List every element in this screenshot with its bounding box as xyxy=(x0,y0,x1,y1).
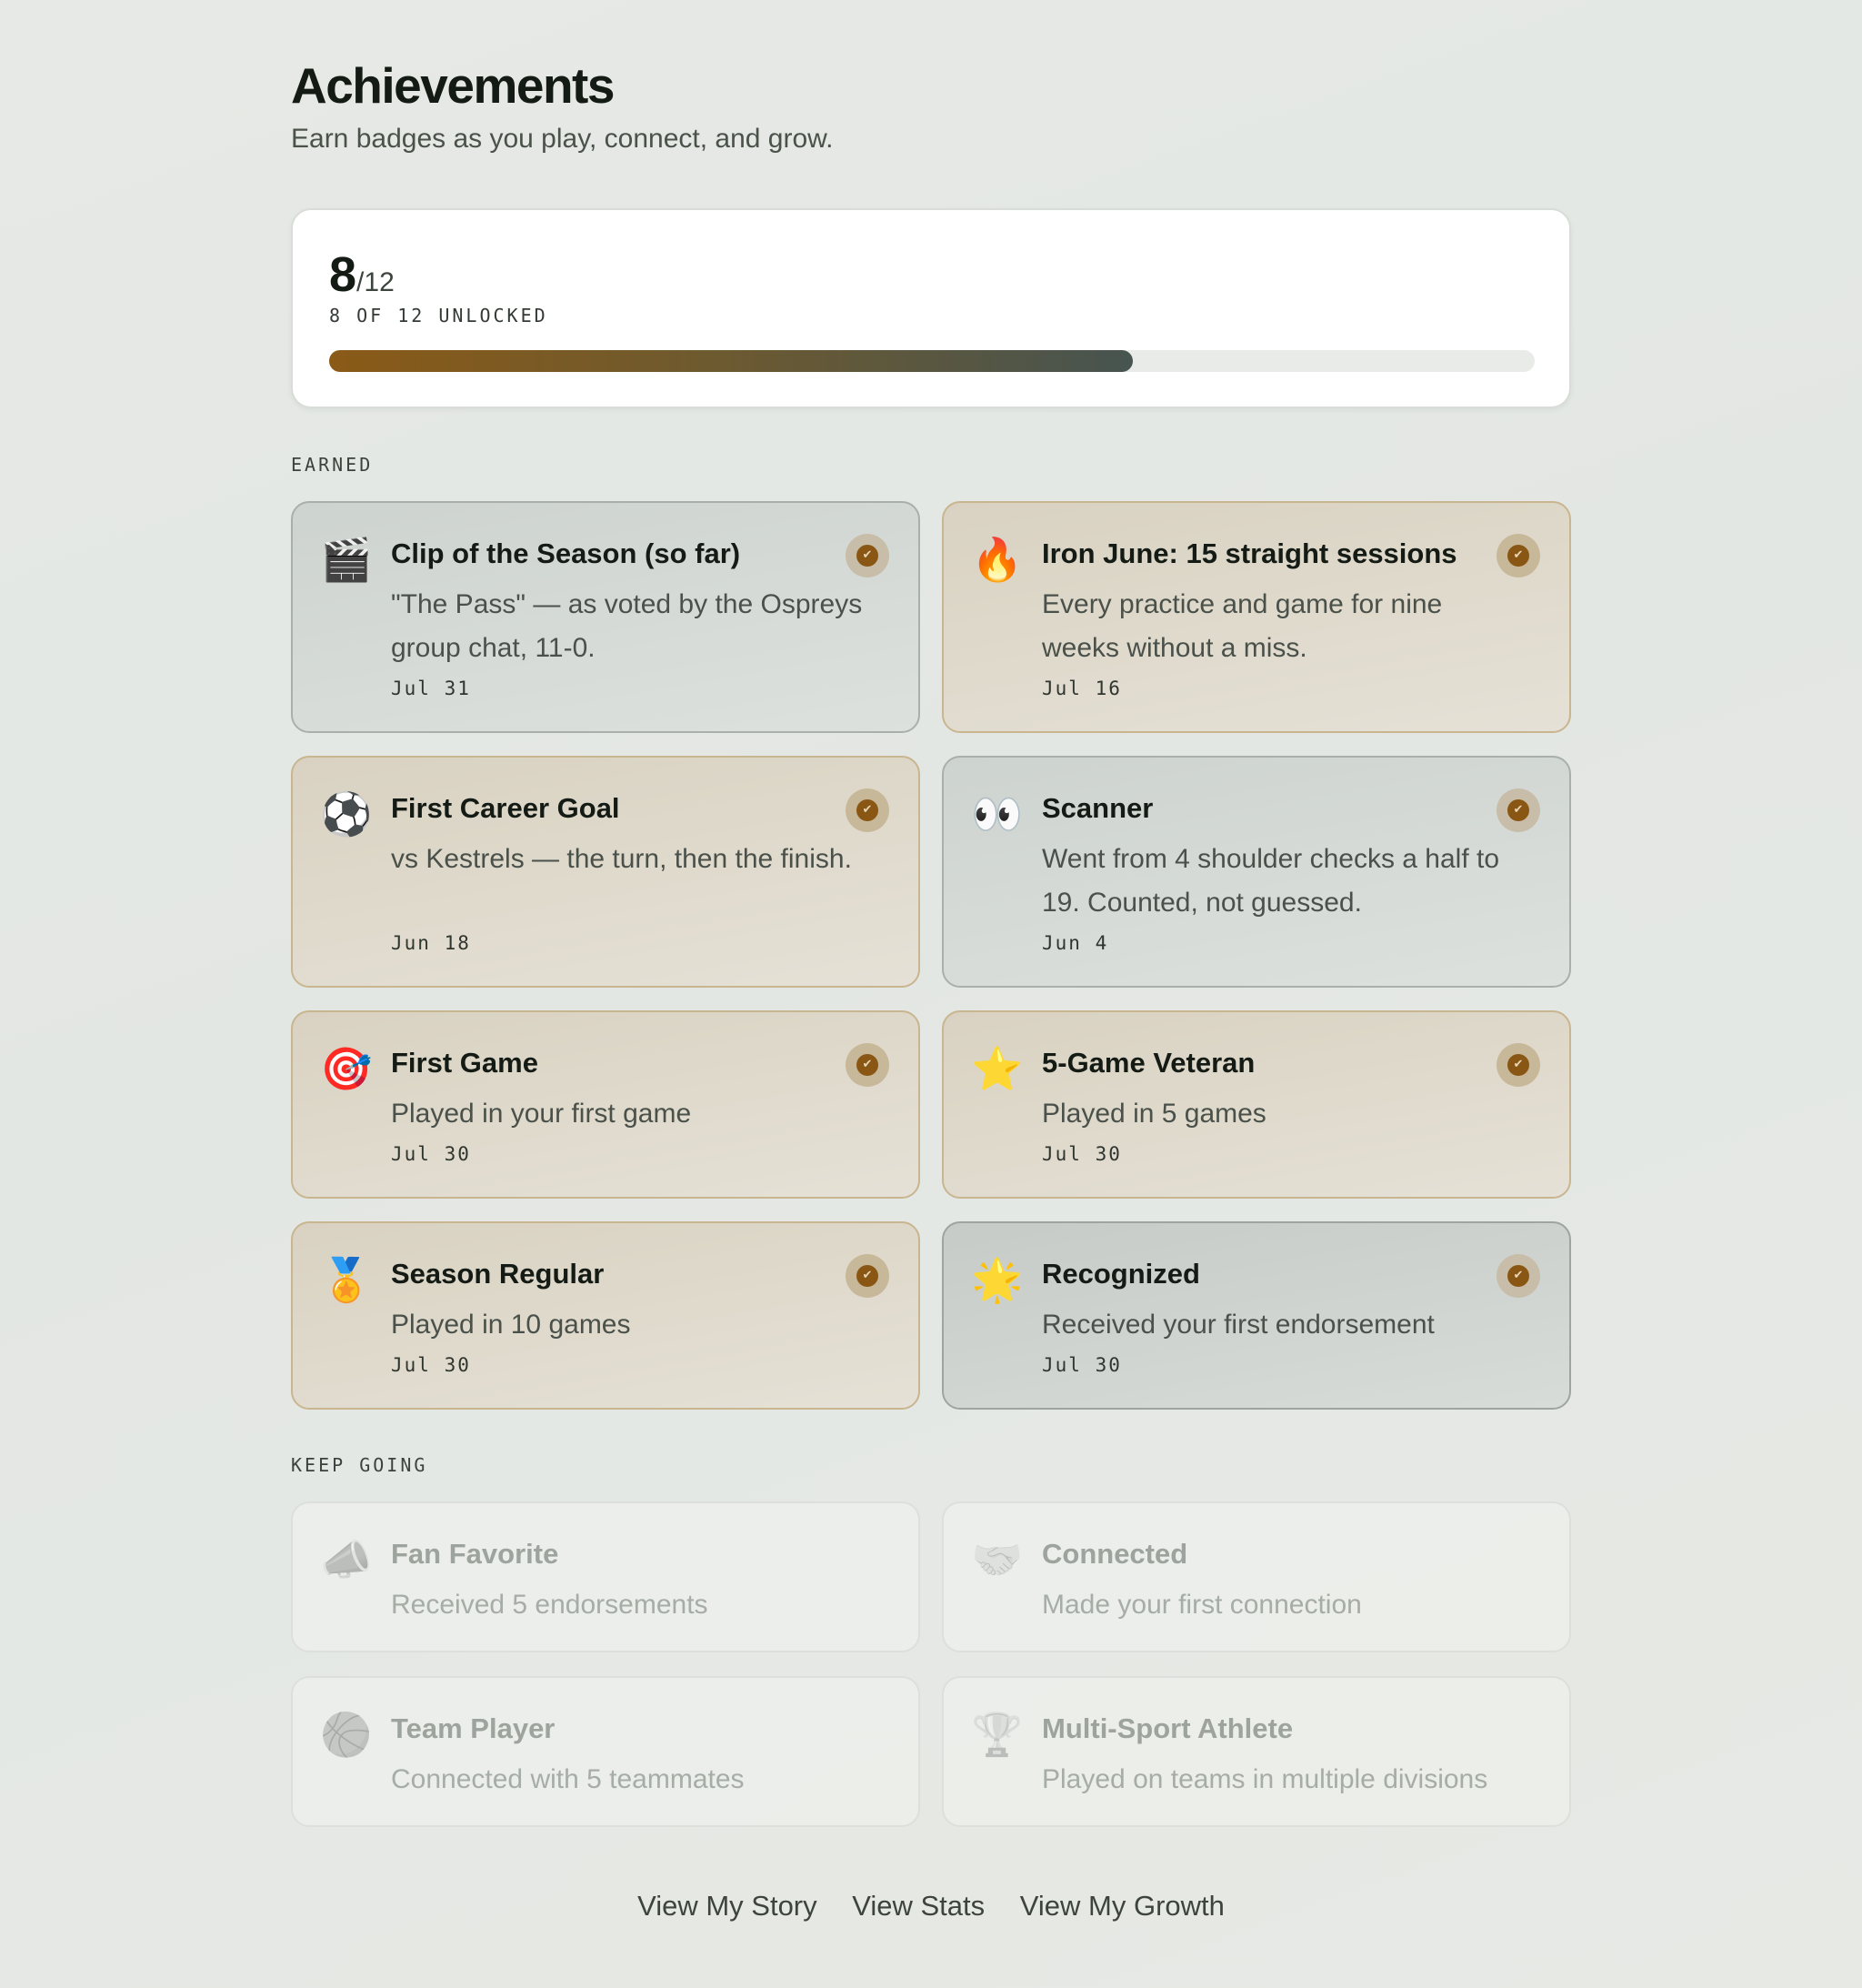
badge-card-scanner[interactable]: 👀 Scanner Went from 4 shoulder checks a … xyxy=(942,756,1571,988)
badge-description: "The Pass" — as voted by the Ospreys gro… xyxy=(391,589,863,663)
earned-check-icon: ✔ xyxy=(846,1043,889,1087)
badge-card-season-regular[interactable]: 🏅 Season Regular Played in 10 games Jul … xyxy=(291,1221,920,1410)
progress-card: 8/12 8 OF 12 UNLOCKED xyxy=(291,208,1571,408)
check-glyph: ✔ xyxy=(1507,799,1529,821)
badge-card-5-game-veteran[interactable]: ⭐ 5-Game Veteran Played in 5 games Jul 3… xyxy=(942,1010,1571,1199)
trophy-icon: 🏆 xyxy=(971,1710,1024,1759)
total-count: /12 xyxy=(356,267,395,297)
earned-check-icon: ✔ xyxy=(846,1254,889,1298)
badge-name: 5-Game Veteran xyxy=(1042,1047,1256,1079)
badge-name: Multi-Sport Athlete xyxy=(1042,1712,1294,1744)
check-glyph: ✔ xyxy=(856,545,878,567)
badge-name: First Game xyxy=(391,1047,538,1079)
badge-name: First Career Goal xyxy=(391,792,620,824)
badge-description: Received your first endorsement xyxy=(1042,1310,1435,1340)
keep-going-section-label: KEEP GOING xyxy=(291,1454,428,1476)
badge-description: Received 5 endorsements xyxy=(391,1590,708,1620)
check-glyph: ✔ xyxy=(856,799,878,821)
glowing-star-icon: 🌟 xyxy=(971,1255,1024,1304)
badge-description: vs Kestrels — the turn, then the finish. xyxy=(391,844,852,874)
star-icon: ⭐ xyxy=(971,1044,1024,1093)
badge-card-clip-of-the-season[interactable]: 🎬 Clip of the Season (so far) "The Pass"… xyxy=(291,501,920,733)
badge-name: Season Regular xyxy=(391,1258,605,1290)
badge-card-multi-sport-athlete[interactable]: 🏆 Multi-Sport Athlete Played on teams in… xyxy=(942,1676,1571,1827)
badge-date: Jul 30 xyxy=(391,1354,471,1376)
badge-card-connected[interactable]: 🤝 Connected Made your first connection xyxy=(942,1501,1571,1652)
earned-check-icon: ✔ xyxy=(846,534,889,577)
view-my-story-link[interactable]: View My Story xyxy=(637,1890,817,1923)
badge-name: Scanner xyxy=(1042,792,1154,824)
view-my-growth-link[interactable]: View My Growth xyxy=(1020,1890,1225,1923)
target-icon: 🎯 xyxy=(320,1044,373,1093)
badge-date: Jun 4 xyxy=(1042,932,1109,954)
badge-date: Jul 30 xyxy=(1042,1354,1122,1376)
badge-description: Every practice and game for nine weeks w… xyxy=(1042,589,1443,663)
badge-card-team-player[interactable]: 🏀 Team Player Connected with 5 teammates xyxy=(291,1676,920,1827)
check-glyph: ✔ xyxy=(1507,545,1529,567)
page-title: Achievements xyxy=(291,57,615,114)
earned-section-label: EARNED xyxy=(291,454,374,476)
badge-date: Jul 31 xyxy=(391,678,471,699)
basketball-icon: 🏀 xyxy=(320,1710,373,1759)
unlocked-label: 8 OF 12 UNLOCKED xyxy=(329,305,548,326)
check-glyph: ✔ xyxy=(1507,1054,1529,1076)
badge-name: Fan Favorite xyxy=(391,1538,559,1570)
badge-description: Played on teams in multiple divisions xyxy=(1042,1764,1488,1794)
badge-card-fan-favorite[interactable]: 📣 Fan Favorite Received 5 endorsements xyxy=(291,1501,920,1652)
badge-date: Jul 30 xyxy=(1042,1143,1122,1165)
soccer-ball-icon: ⚽ xyxy=(320,789,373,838)
page-subtitle: Earn badges as you play, connect, and gr… xyxy=(291,124,834,154)
earned-check-icon: ✔ xyxy=(1497,534,1540,577)
handshake-icon: 🤝 xyxy=(971,1535,1024,1584)
badge-card-iron-june[interactable]: 🔥 Iron June: 15 straight sessions Every … xyxy=(942,501,1571,733)
check-glyph: ✔ xyxy=(856,1265,878,1287)
badge-date: Jul 30 xyxy=(391,1143,471,1165)
footer-nav: View My Story View Stats View My Growth xyxy=(291,1890,1571,1923)
view-stats-link[interactable]: View Stats xyxy=(852,1890,985,1923)
badge-description: Connected with 5 teammates xyxy=(391,1764,745,1794)
megaphone-icon: 📣 xyxy=(320,1535,373,1584)
badge-description: Played in 10 games xyxy=(391,1310,631,1340)
earned-check-icon: ✔ xyxy=(1497,1254,1540,1298)
check-glyph: ✔ xyxy=(856,1054,878,1076)
fire-icon: 🔥 xyxy=(971,535,1024,584)
earned-check-icon: ✔ xyxy=(846,788,889,832)
badge-description: Played in your first game xyxy=(391,1099,692,1129)
progress-track xyxy=(329,350,1535,372)
eyes-icon: 👀 xyxy=(971,789,1024,838)
unlocked-count: 8 xyxy=(329,247,357,302)
badge-name: Clip of the Season (so far) xyxy=(391,537,741,569)
badge-name: Connected xyxy=(1042,1538,1188,1570)
badge-date: Jun 18 xyxy=(391,932,471,954)
badge-date: Jul 16 xyxy=(1042,678,1122,699)
badge-description: Went from 4 shoulder checks a half to 19… xyxy=(1042,844,1500,918)
badge-description: Played in 5 games xyxy=(1042,1099,1266,1129)
badge-card-recognized[interactable]: 🌟 Recognized Received your first endorse… xyxy=(942,1221,1571,1410)
badge-card-first-game[interactable]: 🎯 First Game Played in your first game J… xyxy=(291,1010,920,1199)
badge-name: Team Player xyxy=(391,1712,556,1744)
clapperboard-icon: 🎬 xyxy=(320,535,373,584)
badge-description: Made your first connection xyxy=(1042,1590,1362,1620)
medal-icon: 🏅 xyxy=(320,1255,373,1304)
badge-name: Recognized xyxy=(1042,1258,1200,1290)
earned-check-icon: ✔ xyxy=(1497,1043,1540,1087)
badge-card-first-career-goal[interactable]: ⚽ First Career Goal vs Kestrels — the tu… xyxy=(291,756,920,988)
check-glyph: ✔ xyxy=(1507,1265,1529,1287)
unlock-count: 8/12 xyxy=(329,246,395,303)
earned-check-icon: ✔ xyxy=(1497,788,1540,832)
progress-fill xyxy=(329,350,1134,372)
badge-name: Iron June: 15 straight sessions xyxy=(1042,537,1457,569)
